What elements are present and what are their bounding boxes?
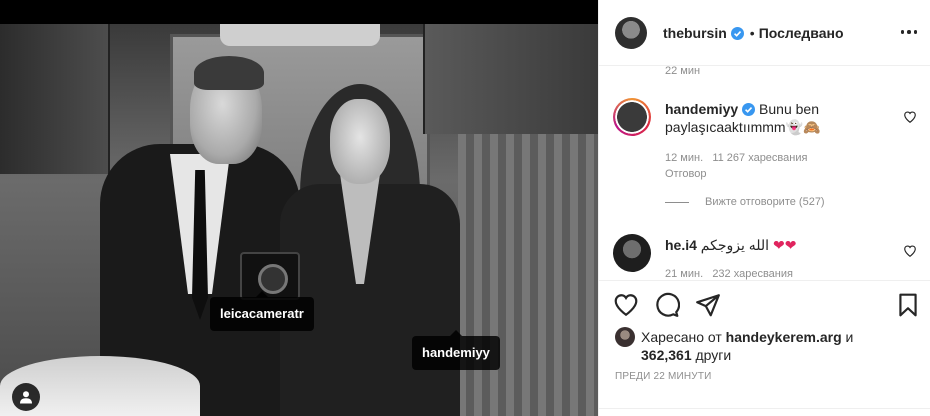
comment-body: he.i4 الله يزوجكم ❤❤ bbox=[665, 236, 885, 254]
woman-face bbox=[330, 99, 390, 184]
comment-likes[interactable]: 11 267 харесвания bbox=[712, 152, 807, 164]
others-count: 362,361 bbox=[641, 347, 692, 363]
scene-ceiling-light bbox=[220, 24, 380, 46]
paper-plane-icon[interactable] bbox=[695, 292, 721, 318]
photo-tag-handemiyy[interactable]: handemiyy bbox=[412, 330, 500, 370]
more-options-button[interactable] bbox=[900, 30, 917, 34]
previous-comment-meta: 22 мин bbox=[665, 66, 701, 77]
photo-tag-leicacameratr[interactable]: leicacameratr bbox=[210, 291, 314, 331]
speech-bubble-icon[interactable] bbox=[654, 292, 680, 318]
user-icon bbox=[20, 391, 32, 404]
comment-body: handemiyy Bunu ben paylaşıcaaktıımmm👻🙈 bbox=[665, 100, 885, 136]
add-comment-bar[interactable] bbox=[599, 408, 930, 416]
camera-object bbox=[240, 252, 300, 300]
man-hair bbox=[194, 56, 264, 90]
ellipsis-icon-dot bbox=[900, 30, 904, 34]
commenter-avatar[interactable] bbox=[613, 234, 651, 272]
tagged-users-button[interactable] bbox=[12, 383, 40, 411]
ellipsis-icon-dot bbox=[907, 30, 911, 34]
comment-text: الله يزوجكم bbox=[700, 237, 770, 253]
view-replies-button[interactable]: Вижте отговорите (527) bbox=[665, 196, 825, 208]
bookmark-icon[interactable] bbox=[895, 292, 921, 318]
post-photo[interactable]: leicacameratr handemiyy bbox=[0, 0, 598, 416]
post-header: thebursin • Последвано bbox=[599, 0, 930, 66]
comment-like-heart-icon[interactable] bbox=[903, 110, 917, 124]
comments-list[interactable]: 22 мин handemiyy Bunu ben paylaşıcaaktıı… bbox=[599, 66, 930, 280]
scene-curtain bbox=[458, 134, 598, 416]
scene-cabinet-left bbox=[0, 24, 110, 174]
view-replies-label: Вижте отговорите (527) bbox=[705, 196, 825, 208]
others-label: други bbox=[695, 347, 732, 363]
comment-meta: 21 мин. 232 харесвания bbox=[665, 266, 793, 280]
commenter-username[interactable]: handemiyy bbox=[665, 101, 738, 117]
owner-avatar[interactable] bbox=[615, 16, 647, 49]
post-timestamp[interactable]: преди 22 минути bbox=[615, 371, 712, 382]
liked-by-username[interactable]: handeykerem.arg bbox=[726, 329, 842, 345]
reply-button[interactable]: Отговор bbox=[665, 168, 706, 180]
post-sidebar: thebursin • Последвано 22 мин handemiyy … bbox=[598, 0, 930, 416]
comment-time[interactable]: 12 мин. bbox=[665, 152, 703, 164]
separator-dot: • bbox=[749, 24, 755, 41]
heart-emoji: ❤❤ bbox=[772, 237, 797, 253]
liked-by-text: Харесано от handeykerem.arg и bbox=[641, 328, 853, 346]
owner-username-text: thebursin bbox=[663, 24, 727, 41]
liked-by-and: и bbox=[845, 329, 854, 345]
heart-outline-icon[interactable] bbox=[613, 292, 639, 318]
comment-like-heart-icon[interactable] bbox=[903, 244, 917, 258]
post-actions: Харесано от handeykerem.arg и 362,361 др… bbox=[599, 280, 930, 416]
verified-badge-icon bbox=[730, 26, 744, 40]
comment-meta: 12 мин. 11 267 харесвания Отговор bbox=[665, 150, 807, 182]
liked-by-avatar[interactable] bbox=[615, 327, 635, 347]
liked-by-prefix: Харесано от bbox=[641, 329, 722, 345]
follow-status-button[interactable]: Последвано bbox=[759, 25, 844, 41]
comment-time[interactable]: 21 мин. bbox=[665, 268, 703, 280]
owner-username[interactable]: thebursin bbox=[663, 25, 744, 41]
comment-likes[interactable]: 232 харесвания bbox=[712, 268, 793, 280]
ellipsis-icon-dot bbox=[913, 30, 917, 34]
scene-cabinet-right bbox=[423, 24, 598, 134]
verified-badge-icon bbox=[742, 103, 756, 116]
likes-count-button[interactable]: 362,361 други bbox=[641, 346, 731, 364]
commenter-avatar[interactable] bbox=[613, 98, 651, 136]
commenter-username[interactable]: he.i4 bbox=[665, 237, 697, 253]
photo-scene bbox=[0, 24, 598, 416]
replies-divider-line bbox=[665, 201, 689, 203]
